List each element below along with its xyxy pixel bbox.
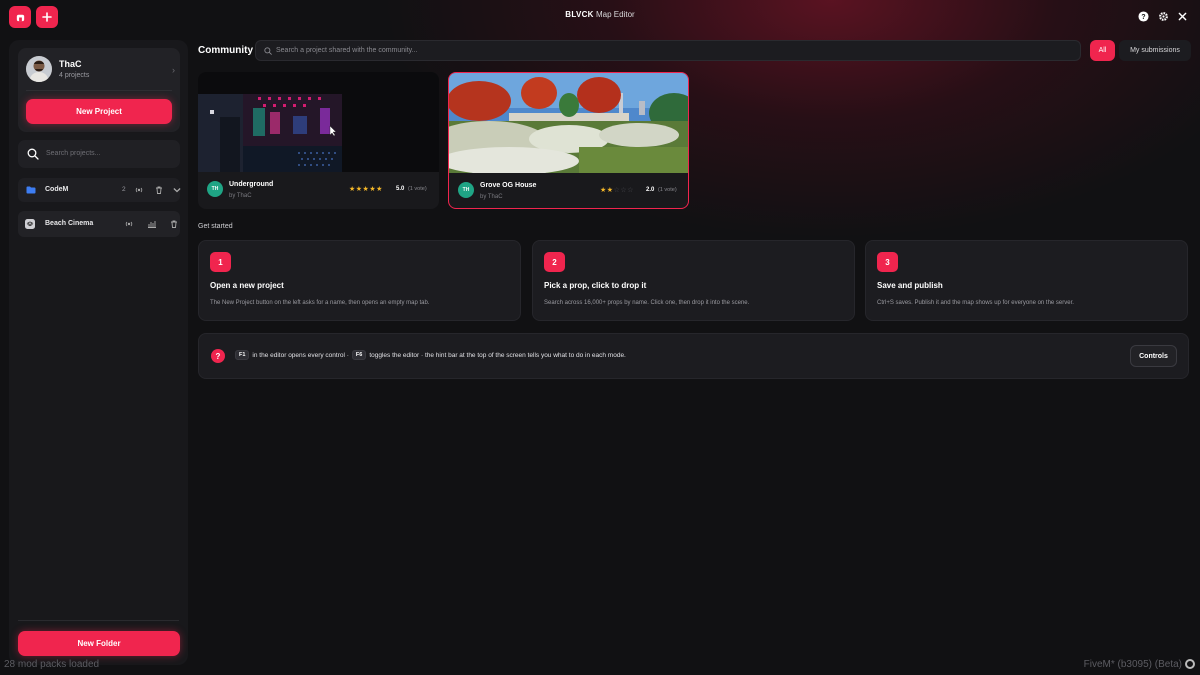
vote-count: (1 vote) bbox=[658, 187, 677, 193]
folder-row-beach-cinema[interactable]: Beach Cinema bbox=[18, 211, 180, 237]
help-button[interactable]: ? bbox=[1137, 10, 1149, 22]
top-bar: BLVCK Map Editor ? bbox=[0, 0, 1200, 34]
new-folder-button[interactable]: New Folder bbox=[18, 631, 180, 656]
step-description: Search across 16,000+ props by name. Cli… bbox=[544, 300, 750, 306]
folder-name: CodeM bbox=[45, 186, 69, 193]
card-title: Underground bbox=[229, 181, 274, 188]
app-title: BLVCK Map Editor bbox=[0, 10, 1200, 19]
chevron-right-icon: › bbox=[172, 65, 175, 75]
divider bbox=[18, 620, 179, 621]
trash-icon[interactable] bbox=[169, 219, 179, 229]
filter-my-submissions-button[interactable]: My submissions bbox=[1119, 40, 1191, 61]
build-status: FiveM* (b3095) (Beta) bbox=[1083, 659, 1182, 670]
key-f6: F6 bbox=[351, 350, 367, 360]
star-rating: ★★★★★ bbox=[349, 186, 383, 193]
get-started-label: Get started bbox=[198, 223, 233, 230]
hint-text: F1 in the editor opens every control · F… bbox=[235, 350, 626, 360]
community-card-grove-og-house[interactable]: TH Grove OG House by ThaC ★★☆☆☆ 2.0 (1 v… bbox=[448, 72, 689, 209]
new-project-button[interactable]: New Project bbox=[26, 99, 172, 124]
controls-button[interactable]: Controls bbox=[1130, 345, 1177, 367]
app-brand: BLVCK bbox=[565, 10, 594, 19]
step-number: 3 bbox=[877, 252, 898, 272]
profile-name: ThaC bbox=[59, 59, 82, 69]
help-icon: ? bbox=[211, 349, 225, 363]
card-thumbnail bbox=[198, 72, 439, 172]
step-card-2: 2 Pick a prop, click to drop it Search a… bbox=[532, 240, 855, 321]
trash-icon[interactable] bbox=[154, 185, 164, 195]
folder-row-codem[interactable]: CodeM 2 bbox=[18, 178, 182, 202]
step-title: Open a new project bbox=[210, 281, 284, 290]
broadcast-icon[interactable] bbox=[124, 219, 134, 229]
project-search-input[interactable]: Search projects... bbox=[18, 140, 180, 168]
community-search-input[interactable]: Search a project shared with the communi… bbox=[255, 40, 1081, 61]
filter-all-button[interactable]: All bbox=[1090, 40, 1115, 61]
step-card-1: 1 Open a new project The New Project but… bbox=[198, 240, 521, 321]
card-title: Grove OG House bbox=[480, 182, 537, 189]
community-title: Community bbox=[198, 45, 253, 56]
help-icon: ? bbox=[1137, 10, 1149, 22]
close-icon bbox=[1178, 12, 1186, 20]
rating-value: 2.0 bbox=[646, 187, 655, 193]
profile-card[interactable]: ThaC 4 projects › New Project bbox=[18, 48, 180, 132]
chevron-down-icon[interactable] bbox=[172, 185, 182, 195]
app-title-text: Map Editor bbox=[596, 10, 635, 19]
step-description: The New Project button on the left asks … bbox=[210, 300, 430, 306]
stats-icon[interactable] bbox=[147, 219, 157, 229]
close-button[interactable] bbox=[1176, 10, 1188, 22]
search-icon bbox=[27, 148, 39, 160]
step-title: Pick a prop, click to drop it bbox=[544, 281, 647, 290]
folder-name: Beach Cinema bbox=[45, 220, 94, 227]
svg-text:?: ? bbox=[1141, 13, 1145, 20]
step-card-3: 3 Save and publish Ctrl+S saves. Publish… bbox=[865, 240, 1188, 321]
map-icon bbox=[25, 219, 35, 229]
hint-text-part-2: toggles the editor · the hint bar at the… bbox=[369, 351, 626, 359]
hint-bar: ? F1 in the editor opens every control ·… bbox=[198, 333, 1189, 379]
author-avatar: TH bbox=[458, 182, 474, 198]
search-placeholder: Search a project shared with the communi… bbox=[276, 47, 418, 54]
rating-value: 5.0 bbox=[396, 186, 405, 192]
search-placeholder: Search projects... bbox=[46, 150, 101, 157]
folder-icon bbox=[26, 186, 36, 194]
step-description: Ctrl+S saves. Publish it and the map sho… bbox=[877, 300, 1074, 306]
step-number: 2 bbox=[544, 252, 565, 272]
key-f1: F1 bbox=[235, 350, 250, 360]
divider bbox=[26, 90, 172, 91]
community-card-underground[interactable]: TH Underground by ThaC ★★★★★ 5.0 (1 vote… bbox=[198, 72, 439, 209]
card-author: by ThaC bbox=[480, 194, 503, 200]
settings-button[interactable] bbox=[1157, 10, 1169, 22]
folder-count: 2 bbox=[122, 186, 126, 193]
step-title: Save and publish bbox=[877, 281, 943, 290]
star-rating: ★★☆☆☆ bbox=[600, 187, 634, 194]
profile-project-count: 4 projects bbox=[59, 72, 90, 79]
status-indicator-icon bbox=[1185, 659, 1195, 669]
card-author: by ThaC bbox=[229, 193, 252, 199]
gear-icon bbox=[1158, 11, 1168, 21]
mod-pack-status: 28 mod packs loaded bbox=[4, 659, 100, 670]
broadcast-icon[interactable] bbox=[134, 185, 144, 195]
card-thumbnail bbox=[449, 73, 688, 175]
avatar bbox=[26, 56, 52, 82]
vote-count: (1 vote) bbox=[408, 186, 427, 192]
author-avatar: TH bbox=[207, 181, 223, 197]
hint-text-part-1: in the editor opens every control · bbox=[252, 351, 349, 359]
sidebar: ThaC 4 projects › New Project Search pro… bbox=[9, 40, 188, 665]
search-icon bbox=[264, 47, 272, 55]
step-number: 1 bbox=[210, 252, 231, 272]
